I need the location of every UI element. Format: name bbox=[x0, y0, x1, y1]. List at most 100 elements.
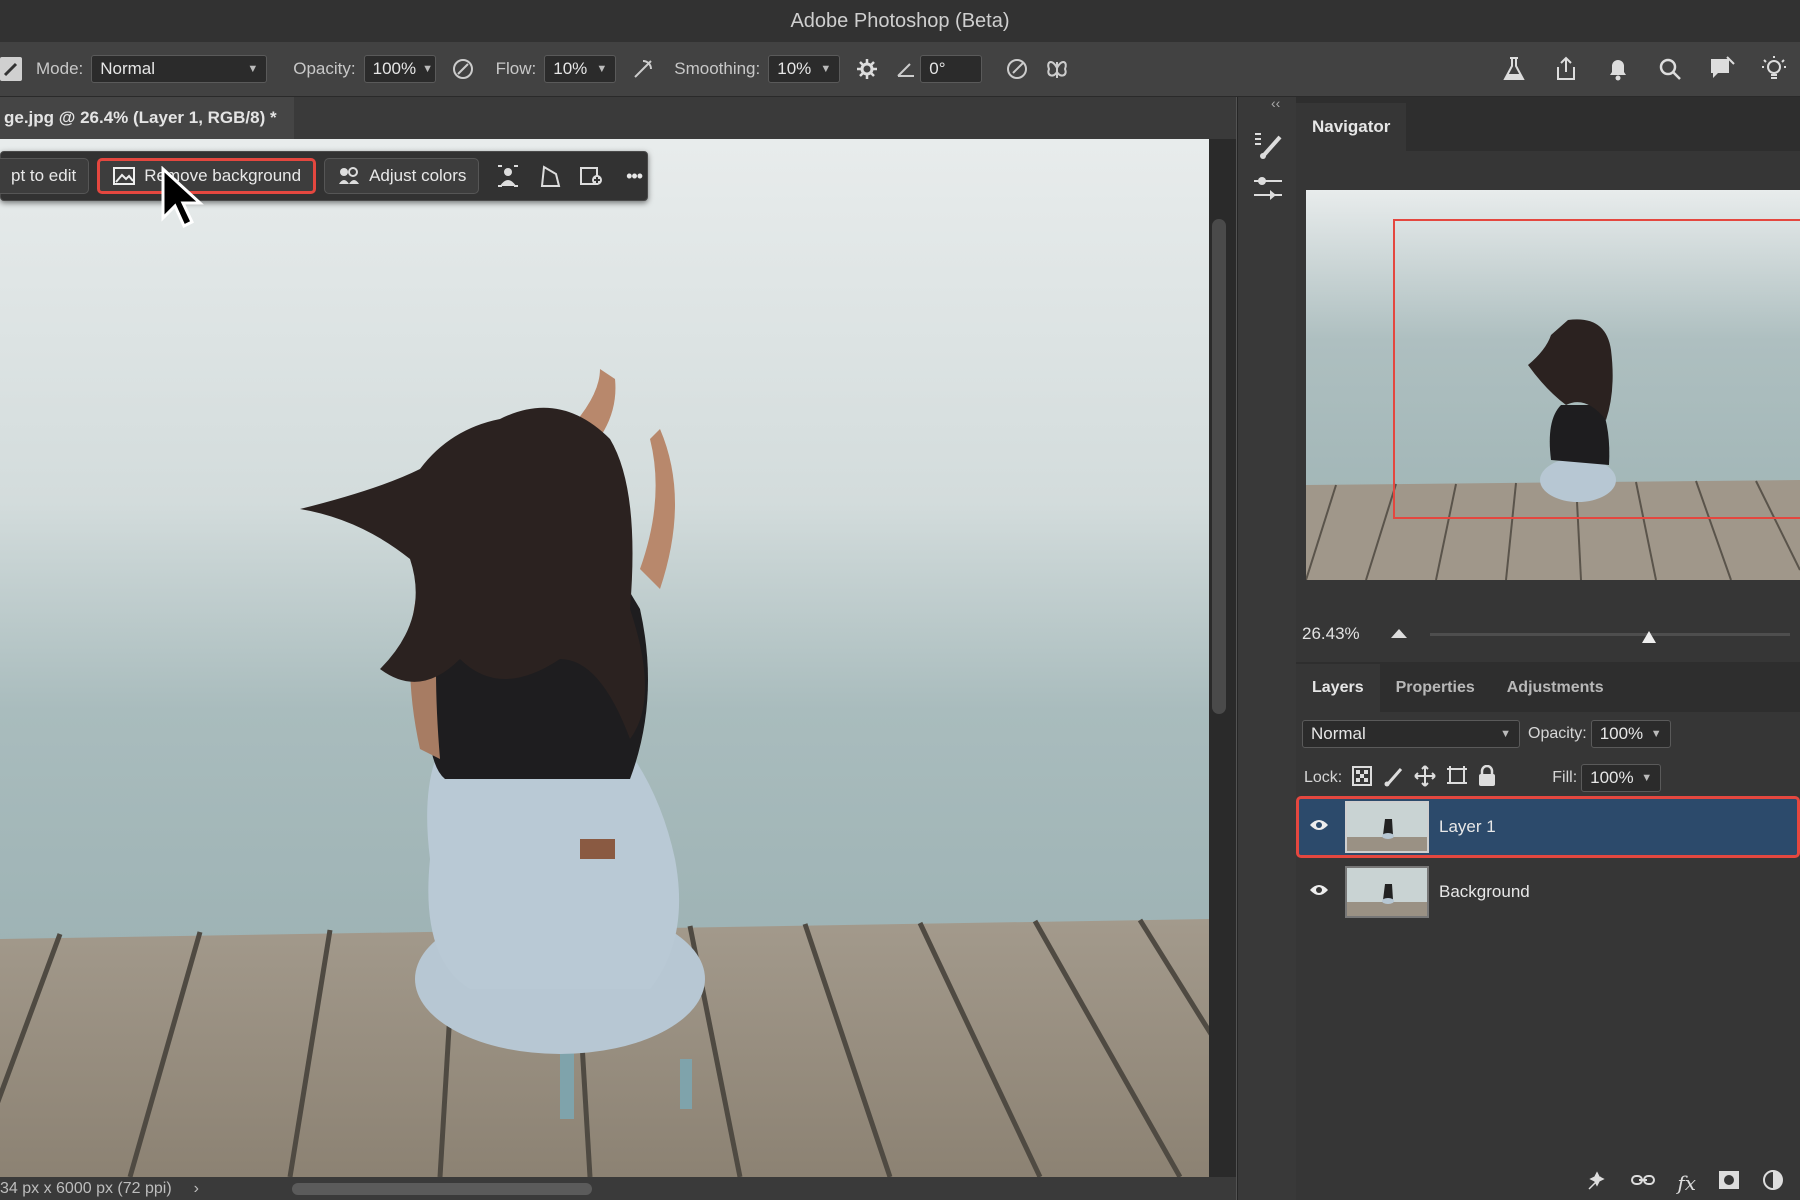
blend-mode-dropdown[interactable]: Normal ▼ bbox=[1302, 720, 1520, 748]
more-options-icon[interactable]: ••• bbox=[621, 163, 647, 189]
lock-artboard-icon[interactable] bbox=[1446, 765, 1468, 792]
chevron-down-icon: ▼ bbox=[1500, 728, 1511, 740]
smoothing-label: Smoothing: bbox=[674, 59, 761, 78]
options-bar: Mode: Normal ▼ Opacity: 100% ▼ Flow: 10% ▼ … bbox=[0, 42, 1800, 97]
angle-input[interactable]: 0° bbox=[920, 55, 983, 83]
collapse-icon[interactable]: ‹‹ bbox=[1271, 95, 1280, 111]
brush-tool-icon[interactable] bbox=[0, 57, 22, 81]
tab-navigator[interactable]: Navigator bbox=[1296, 103, 1407, 151]
zoom-out-mountain-icon[interactable] bbox=[1390, 624, 1408, 644]
brush-settings-icon[interactable] bbox=[1252, 129, 1284, 166]
chevron-down-icon: ▼ bbox=[247, 63, 259, 75]
prompt-to-edit-label: pt to edit bbox=[11, 166, 77, 185]
flow-label: Flow: bbox=[495, 59, 537, 78]
canvas-area[interactable] bbox=[0, 139, 1236, 1179]
vertical-scrollbar[interactable] bbox=[1212, 219, 1226, 714]
eye-visibility-icon[interactable] bbox=[1309, 882, 1329, 902]
lock-all-icon[interactable] bbox=[1478, 764, 1496, 792]
color-circles-icon bbox=[337, 163, 361, 189]
layer-thumbnail bbox=[1345, 801, 1429, 853]
lock-label: Lock: bbox=[1304, 769, 1343, 786]
app-title: Adobe Photoshop (Beta) bbox=[790, 9, 1010, 32]
lock-image-pixels-icon[interactable] bbox=[1384, 765, 1404, 792]
flow-input[interactable]: 10% ▼ bbox=[544, 55, 617, 83]
feedback-icon[interactable] bbox=[1708, 55, 1736, 83]
adjustments-sliders-icon[interactable] bbox=[1252, 175, 1284, 208]
opacity-label: Opacity: bbox=[293, 59, 356, 78]
fill-input[interactable]: 100% ▼ bbox=[1581, 764, 1662, 792]
add-mask-icon[interactable] bbox=[1718, 1170, 1740, 1195]
search-icon[interactable] bbox=[1656, 55, 1684, 83]
symmetry-butterfly-icon[interactable] bbox=[1044, 56, 1070, 82]
chevron-down-icon[interactable]: ▼ bbox=[1641, 772, 1652, 784]
airbrush-icon[interactable] bbox=[630, 56, 656, 82]
lock-transparent-pixels-icon[interactable] bbox=[1352, 765, 1373, 791]
chevron-down-icon[interactable]: ▼ bbox=[1651, 728, 1662, 740]
lightbulb-icon[interactable] bbox=[1760, 55, 1788, 83]
document-tab-title: ge.jpg @ 26.4% (Layer 1, RGB/8) * bbox=[4, 108, 277, 127]
layer-opacity-label: Opacity: bbox=[1528, 725, 1587, 742]
title-bar: Adobe Photoshop (Beta) bbox=[0, 0, 1800, 43]
chevron-down-icon[interactable]: ▼ bbox=[422, 63, 433, 75]
angle-icon bbox=[896, 56, 916, 82]
select-subject-icon[interactable] bbox=[495, 163, 521, 189]
layer-name[interactable]: Background bbox=[1439, 882, 1530, 902]
navigator-zoom-value[interactable]: 26.43% bbox=[1302, 624, 1360, 644]
lock-row: Lock: Fill: 100% ▼ bbox=[1296, 756, 1800, 800]
layer-name[interactable]: Layer 1 bbox=[1439, 817, 1496, 837]
document-tab[interactable]: ge.jpg @ 26.4% (Layer 1, RGB/8) * bbox=[0, 97, 294, 139]
layer-row-layer-1[interactable]: Layer 1 bbox=[1296, 796, 1800, 858]
generative-layer-icon[interactable] bbox=[1587, 1169, 1609, 1196]
fill-value: 100% bbox=[1590, 768, 1634, 787]
layer-row-background[interactable]: Background bbox=[1296, 861, 1800, 923]
chevron-down-icon[interactable]: ▼ bbox=[820, 63, 831, 75]
eye-visibility-icon[interactable] bbox=[1309, 817, 1329, 837]
lasso-path-icon[interactable] bbox=[537, 163, 563, 189]
angle-value: 0° bbox=[929, 59, 946, 78]
tab-properties[interactable]: Properties bbox=[1380, 664, 1491, 712]
blend-row: Normal ▼ Opacity: 100% ▼ bbox=[1296, 712, 1800, 756]
layer-opacity-value: 100% bbox=[1599, 724, 1644, 743]
mouse-cursor-icon bbox=[161, 166, 204, 229]
bell-icon[interactable] bbox=[1604, 55, 1632, 83]
flow-value: 10% bbox=[553, 59, 588, 78]
mode-label: Mode: bbox=[36, 59, 84, 78]
zoom-slider-thumb[interactable] bbox=[1641, 630, 1657, 644]
tab-layers[interactable]: Layers bbox=[1296, 664, 1380, 712]
adjustment-layer-icon[interactable] bbox=[1762, 1169, 1784, 1196]
photo-artwork bbox=[0, 139, 1209, 1177]
generative-fill-icon[interactable] bbox=[579, 163, 605, 189]
horizontal-scrollbar[interactable] bbox=[292, 1183, 592, 1195]
pressure-opacity-icon[interactable] bbox=[450, 56, 476, 82]
fx-layer-style-icon[interactable]: fx bbox=[1677, 1171, 1696, 1195]
tab-adjustments[interactable]: Adjustments bbox=[1491, 664, 1620, 712]
panel-icon-strip: ‹‹ bbox=[1237, 95, 1297, 1200]
navigator-zoom-row: 26.43% bbox=[1296, 607, 1800, 661]
status-menu-arrow[interactable]: › bbox=[194, 1180, 199, 1198]
pressure-size-icon[interactable] bbox=[1004, 56, 1030, 82]
opacity-value: 100% bbox=[372, 59, 417, 78]
mode-value: Normal bbox=[100, 59, 156, 78]
link-layers-icon[interactable] bbox=[1631, 1173, 1656, 1192]
contextual-task-bar: pt to edit Remove background Adjust colo… bbox=[0, 151, 648, 201]
layers-tab-bar: Layers Properties Adjustments bbox=[1296, 662, 1800, 712]
flask-icon[interactable] bbox=[1500, 55, 1528, 83]
share-icon[interactable] bbox=[1552, 55, 1580, 83]
layer-opacity-input[interactable]: 100% ▼ bbox=[1590, 720, 1671, 748]
options-right-icons bbox=[1500, 42, 1788, 96]
layer-thumbnail bbox=[1345, 866, 1429, 918]
navigator-preview[interactable] bbox=[1306, 190, 1800, 580]
adjust-colors-button[interactable]: Adjust colors bbox=[324, 158, 480, 194]
layers-bottom-toolbar: fx bbox=[1296, 1165, 1800, 1200]
zoom-slider[interactable] bbox=[1429, 624, 1790, 644]
gear-icon[interactable] bbox=[854, 56, 880, 82]
mode-dropdown[interactable]: Normal ▼ bbox=[91, 55, 268, 83]
opacity-input[interactable]: 100% ▼ bbox=[363, 55, 436, 83]
lock-position-move-icon[interactable] bbox=[1414, 764, 1436, 792]
remove-background-button[interactable]: Remove background bbox=[97, 158, 317, 194]
document-tab-bar: ge.jpg @ 26.4% (Layer 1, RGB/8) * bbox=[0, 97, 1236, 140]
smoothing-input[interactable]: 10% ▼ bbox=[768, 55, 841, 83]
chevron-down-icon[interactable]: ▼ bbox=[596, 63, 607, 75]
prompt-to-edit-button[interactable]: pt to edit bbox=[0, 158, 90, 194]
photo-canvas[interactable] bbox=[0, 139, 1209, 1177]
